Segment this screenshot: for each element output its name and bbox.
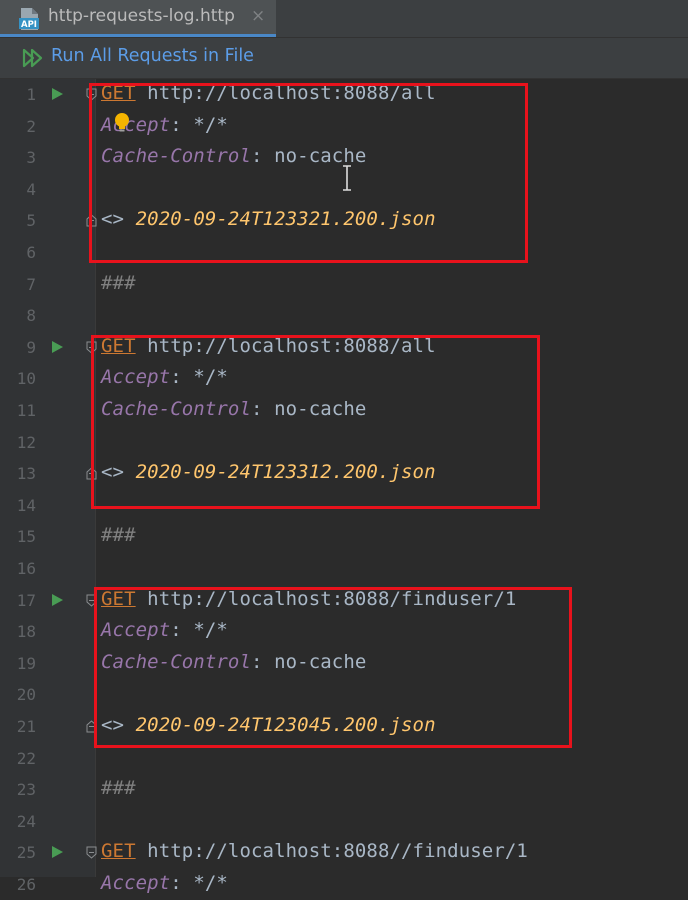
- api-file-icon: API: [19, 8, 39, 30]
- code-line: 26 Accept: */*: [0, 869, 688, 900]
- highlight-box: [89, 83, 528, 263]
- request-url: http://localhost:8088//finduser/1: [135, 840, 528, 863]
- line-number: 18: [16, 622, 36, 642]
- header-name: Accept: [101, 872, 171, 894]
- code-line: 24: [0, 806, 688, 837]
- line-number: 19: [16, 653, 36, 673]
- line-number: 5: [26, 211, 36, 231]
- close-icon[interactable]: ×: [251, 6, 265, 26]
- run-all-icon[interactable]: [22, 48, 46, 68]
- line-number: 12: [16, 432, 36, 452]
- line-number: 13: [16, 464, 36, 484]
- code-text[interactable]: ###: [101, 272, 136, 294]
- line-number: 3: [26, 148, 36, 168]
- line-number: 26: [16, 875, 36, 894]
- line-number: 24: [16, 811, 36, 831]
- line-number: 10: [16, 369, 36, 389]
- code-line: 23 ###: [0, 774, 688, 805]
- code-line: 8: [0, 300, 688, 331]
- request-separator: ###: [101, 271, 136, 294]
- http-client-toolbar: Run All Requests in File: [0, 38, 688, 79]
- run-request-icon[interactable]: [51, 593, 64, 607]
- line-number: 11: [16, 401, 36, 420]
- run-request-icon[interactable]: [51, 340, 64, 354]
- code-text[interactable]: ###: [101, 777, 136, 799]
- run-request-icon[interactable]: [51, 87, 64, 101]
- run-all-requests-button[interactable]: Run All Requests in File: [51, 46, 254, 66]
- code-line: 16: [0, 553, 688, 584]
- editor-tab-bar: API http-requests-log.http ×: [0, 0, 688, 38]
- line-number: 25: [16, 843, 36, 863]
- line-number: 4: [26, 179, 36, 199]
- line-number: 1: [26, 85, 36, 104]
- header-value: */*: [193, 872, 228, 894]
- fold-start-icon[interactable]: [86, 846, 97, 860]
- line-number: 17: [16, 590, 36, 610]
- code-text[interactable]: Accept: */*: [101, 872, 228, 894]
- line-number: 16: [16, 559, 36, 578]
- svg-text:API: API: [21, 20, 37, 30]
- line-number: 23: [16, 780, 36, 800]
- code-line: 15 ###: [0, 521, 688, 552]
- line-number: 22: [16, 748, 36, 768]
- line-number: 7: [26, 274, 36, 294]
- tab-title: http-requests-log.http: [48, 6, 235, 26]
- header-colon: :: [170, 872, 194, 894]
- line-number: 8: [26, 306, 36, 326]
- line-number: 14: [16, 495, 36, 515]
- line-number: 20: [16, 685, 36, 705]
- request-separator: ###: [101, 524, 136, 547]
- text-cursor-icon: [343, 165, 351, 191]
- line-number: 9: [26, 337, 36, 357]
- line-number: 2: [26, 116, 36, 136]
- run-request-icon[interactable]: [51, 845, 64, 859]
- request-separator: ###: [101, 777, 136, 800]
- tab-http-requests-log[interactable]: API http-requests-log.http ×: [0, 0, 276, 37]
- line-number: 15: [16, 527, 36, 547]
- highlight-box: [91, 335, 540, 509]
- highlight-box: [94, 587, 572, 748]
- code-line: 7 ###: [0, 269, 688, 300]
- line-number: 6: [26, 243, 36, 262]
- code-line: 25 GET http://localhost:8088//finduser/1: [0, 837, 688, 868]
- http-method: GET: [101, 840, 136, 863]
- code-text[interactable]: ###: [101, 524, 136, 546]
- line-number: 21: [16, 717, 36, 736]
- code-text[interactable]: GET http://localhost:8088//finduser/1: [101, 840, 528, 862]
- lightbulb-icon[interactable]: [114, 113, 130, 133]
